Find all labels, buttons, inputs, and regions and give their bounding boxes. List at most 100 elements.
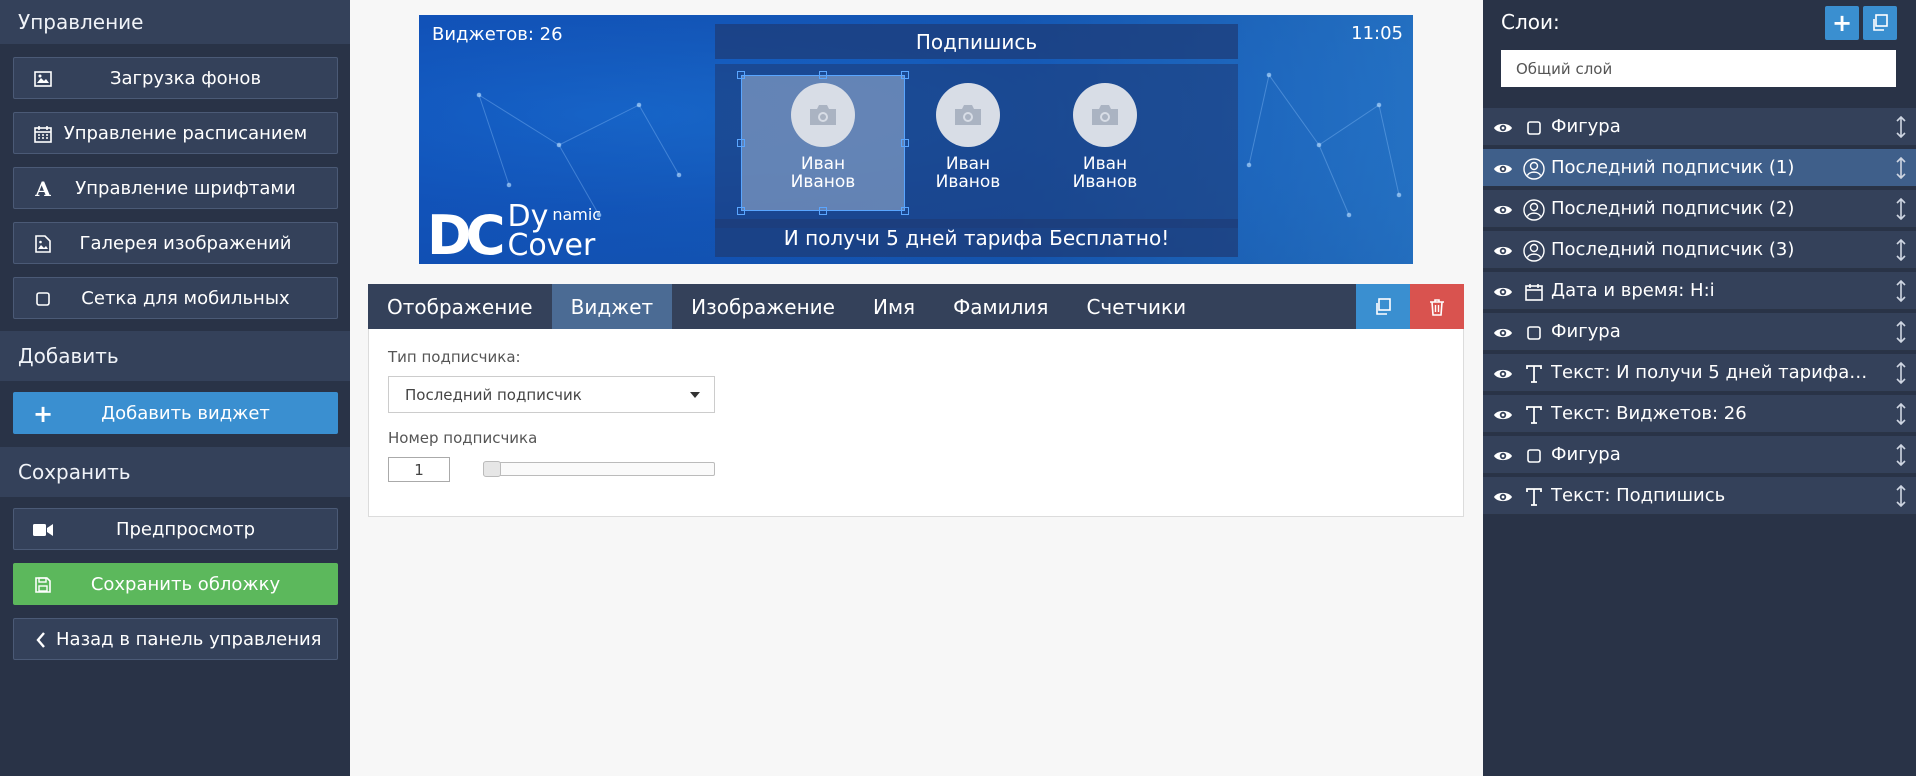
bonus-text[interactable]: И получи 5 дней тарифа Бесплатно! bbox=[715, 219, 1238, 257]
drag-handle-icon[interactable] bbox=[1896, 238, 1908, 262]
layer-row[interactable]: Текст: Виджетов: 26 bbox=[1483, 395, 1916, 433]
eye-icon[interactable] bbox=[1493, 324, 1513, 340]
eye-icon[interactable] bbox=[1493, 447, 1513, 463]
save-cover-button[interactable]: Сохранить обложку bbox=[13, 563, 338, 605]
time-text[interactable]: 11:05 bbox=[1351, 23, 1403, 44]
eye-icon[interactable] bbox=[1493, 119, 1513, 135]
eye-icon[interactable] bbox=[1493, 365, 1513, 381]
resize-handle[interactable] bbox=[819, 207, 827, 215]
resize-handle[interactable] bbox=[819, 71, 827, 79]
save-section-title: Сохранить bbox=[0, 447, 350, 497]
logo-namic: namic bbox=[552, 205, 602, 224]
mobile-grid-button[interactable]: Сетка для мобильных bbox=[13, 277, 338, 319]
layers-header: Слои: + bbox=[1483, 0, 1916, 44]
subscriber-number-slider[interactable] bbox=[483, 461, 715, 477]
floppy-icon bbox=[32, 574, 54, 596]
fonts-button[interactable]: A Управление шрифтами bbox=[13, 167, 338, 209]
text-icon bbox=[1523, 486, 1545, 508]
tab-display[interactable]: Отображение bbox=[368, 284, 552, 329]
square-icon bbox=[1523, 117, 1545, 139]
cover-canvas[interactable]: Виджетов: 26 11:05 Подпишись И получи 5 … bbox=[419, 15, 1413, 264]
drag-handle-icon[interactable] bbox=[1896, 279, 1908, 303]
layers-title: Слои: bbox=[1501, 10, 1560, 34]
subscriber-number-input[interactable]: 1 bbox=[388, 457, 450, 482]
upload-backgrounds-button[interactable]: Загрузка фонов bbox=[13, 57, 338, 99]
copy-icon bbox=[1376, 297, 1391, 315]
resize-handle[interactable] bbox=[901, 207, 909, 215]
preview-label: Предпросмотр bbox=[115, 518, 256, 540]
eye-icon[interactable] bbox=[1493, 488, 1513, 504]
copy-widget-button[interactable] bbox=[1356, 284, 1410, 329]
left-sidebar: Управление Загрузка фонов Управление рас… bbox=[0, 0, 350, 776]
tab-image[interactable]: Изображение bbox=[672, 284, 854, 329]
eye-icon[interactable] bbox=[1493, 283, 1513, 299]
tab-counters[interactable]: Счетчики bbox=[1067, 284, 1205, 329]
eye-icon[interactable] bbox=[1493, 406, 1513, 422]
camera-icon bbox=[791, 83, 855, 147]
copy-layer-button[interactable] bbox=[1863, 6, 1897, 40]
plus-icon: + bbox=[32, 400, 54, 428]
layer-row[interactable]: Последний подписчик (2) bbox=[1483, 190, 1916, 228]
add-widget-label: Добавить виджет bbox=[101, 402, 270, 424]
layer-row[interactable]: Фигура bbox=[1483, 313, 1916, 351]
resize-handle[interactable] bbox=[737, 207, 745, 215]
subscriber-last-name: Иванов bbox=[790, 172, 856, 192]
resize-handle[interactable] bbox=[901, 139, 909, 147]
drag-handle-icon[interactable] bbox=[1896, 443, 1908, 467]
layer-label: Текст: Подпишись bbox=[1551, 485, 1726, 506]
layer-label: Последний подписчик (1) bbox=[1551, 157, 1795, 178]
tab-widget[interactable]: Виджет bbox=[551, 284, 673, 329]
layer-row[interactable]: Последний подписчик (3) bbox=[1483, 231, 1916, 269]
layer-row[interactable]: Последний подписчик (1) bbox=[1483, 149, 1916, 187]
save-cover-label: Сохранить обложку bbox=[90, 573, 281, 595]
preview-button[interactable]: Предпросмотр bbox=[13, 508, 338, 550]
settings-tabs: Отображение Виджет Изображение Имя Фамил… bbox=[368, 284, 1464, 329]
layer-label: Текст: И получи 5 дней тарифа Бесплатно! bbox=[1551, 362, 1871, 383]
add-widget-button[interactable]: + Добавить виджет bbox=[13, 392, 338, 434]
layer-row[interactable]: Текст: И получи 5 дней тарифа Бесплатно! bbox=[1483, 354, 1916, 392]
logo-cover: Cover bbox=[507, 228, 596, 263]
resize-handle[interactable] bbox=[737, 139, 745, 147]
add-layer-button[interactable]: + bbox=[1825, 6, 1859, 40]
drag-handle-icon[interactable] bbox=[1896, 402, 1908, 426]
subscriber-widget-3[interactable]: Иван Иванов bbox=[1050, 83, 1160, 191]
tab-last-name[interactable]: Фамилия bbox=[934, 284, 1067, 329]
layer-label: Дата и время: H:i bbox=[1551, 280, 1715, 301]
layer-row[interactable]: Фигура bbox=[1483, 436, 1916, 474]
back-to-dashboard-button[interactable]: Назад в панель управления bbox=[13, 618, 338, 660]
drag-handle-icon[interactable] bbox=[1896, 156, 1908, 180]
caret-down-icon bbox=[690, 392, 700, 398]
gallery-button[interactable]: Галерея изображений bbox=[13, 222, 338, 264]
text-icon bbox=[1523, 363, 1545, 385]
delete-widget-button[interactable] bbox=[1410, 284, 1464, 329]
drag-handle-icon[interactable] bbox=[1896, 320, 1908, 344]
eye-icon[interactable] bbox=[1493, 242, 1513, 258]
subscriber-type-label: Тип подписчика: bbox=[388, 348, 521, 366]
subscribe-text[interactable]: Подпишись bbox=[715, 24, 1238, 59]
subscriber-number-label: Номер подписчика bbox=[388, 429, 538, 447]
eye-icon[interactable] bbox=[1493, 160, 1513, 176]
drag-handle-icon[interactable] bbox=[1896, 197, 1908, 221]
camera-icon bbox=[1073, 83, 1137, 147]
layer-group-input[interactable]: Общий слой bbox=[1501, 50, 1896, 87]
widgets-count-text[interactable]: Виджетов: 26 bbox=[432, 24, 563, 45]
layer-row[interactable]: Фигура bbox=[1483, 108, 1916, 146]
drag-handle-icon[interactable] bbox=[1896, 115, 1908, 139]
drag-handle-icon[interactable] bbox=[1896, 484, 1908, 508]
square-icon bbox=[32, 288, 54, 310]
subscriber-widget-1[interactable]: Иван Иванов bbox=[768, 83, 878, 191]
slider-handle[interactable] bbox=[483, 461, 501, 477]
layer-row[interactable]: Дата и время: H:i bbox=[1483, 272, 1916, 310]
tab-first-name[interactable]: Имя bbox=[854, 284, 934, 329]
dynamic-cover-logo: DC Dy namic Cover bbox=[427, 202, 602, 263]
user-icon bbox=[1523, 240, 1545, 262]
subscriber-widget-2[interactable]: Иван Иванов bbox=[913, 83, 1023, 191]
layer-row[interactable]: Текст: Подпишись bbox=[1483, 477, 1916, 515]
drag-handle-icon[interactable] bbox=[1896, 361, 1908, 385]
resize-handle[interactable] bbox=[901, 71, 909, 79]
back-label: Назад в панель управления bbox=[56, 628, 322, 650]
eye-icon[interactable] bbox=[1493, 201, 1513, 217]
subscriber-type-select[interactable]: Последний подписчик bbox=[388, 376, 715, 413]
schedule-button[interactable]: Управление расписанием bbox=[13, 112, 338, 154]
resize-handle[interactable] bbox=[737, 71, 745, 79]
